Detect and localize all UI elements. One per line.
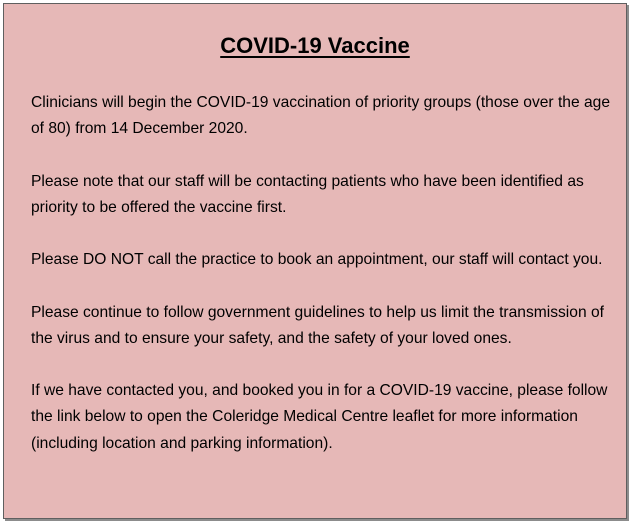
notice-title: COVID-19 Vaccine xyxy=(220,33,410,58)
paragraph-leaflet-info: If we have contacted you, and booked you… xyxy=(31,382,608,452)
paragraph-do-not-call: Please DO NOT call the practice to book … xyxy=(31,251,603,269)
paragraph-staff-contact: Please note that our staff will be conta… xyxy=(31,172,584,216)
vaccine-notice-box: COVID-19 Vaccine Clinicians will begin t… xyxy=(3,3,627,519)
paragraph-vaccination-start: Clinicians will begin the COVID-19 vacci… xyxy=(31,94,610,138)
notice-body: Clinicians will begin the COVID-19 vacci… xyxy=(31,90,621,457)
paragraph-guidelines: Please continue to follow government gui… xyxy=(31,303,604,347)
